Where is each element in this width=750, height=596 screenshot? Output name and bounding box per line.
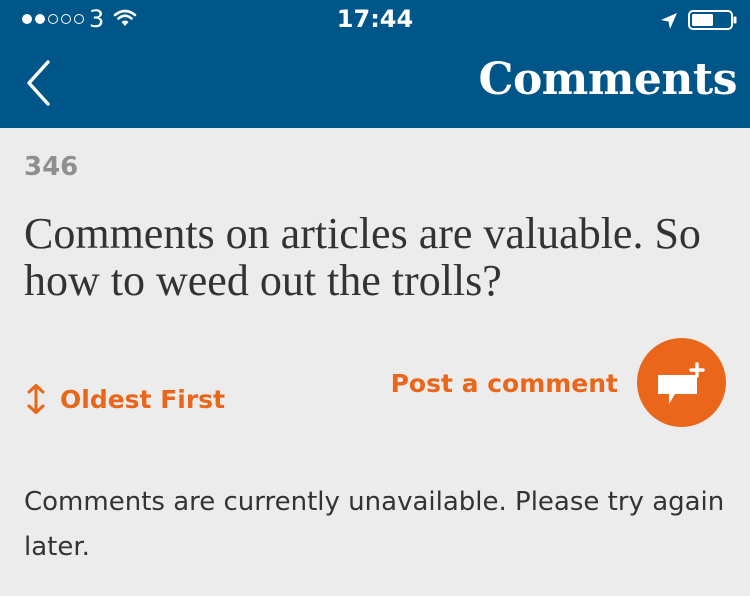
back-button[interactable]	[24, 58, 54, 110]
sort-toggle-button[interactable]: Oldest First	[26, 384, 225, 414]
sort-arrows-icon	[27, 384, 45, 414]
battery-icon	[688, 10, 738, 34]
comment-count: 346	[24, 152, 79, 182]
post-comment-button[interactable]	[637, 338, 726, 427]
app-header: 3 17:44 Comments	[0, 0, 750, 128]
status-bar: 3 17:44	[0, 0, 750, 40]
sort-label: Oldest First	[60, 384, 226, 414]
article-title: Comments on articles are valuable. So ho…	[24, 209, 701, 305]
post-comment-link[interactable]: Post a comment	[391, 369, 618, 398]
chevron-left-icon	[27, 60, 50, 106]
page-title: Comments	[478, 54, 737, 105]
status-time: 17:44	[336, 5, 414, 33]
location-arrow-icon	[659, 11, 679, 35]
comments-unavailable-message: Comments are currently unavailable. Plea…	[24, 487, 725, 562]
comment-add-icon	[658, 362, 705, 404]
